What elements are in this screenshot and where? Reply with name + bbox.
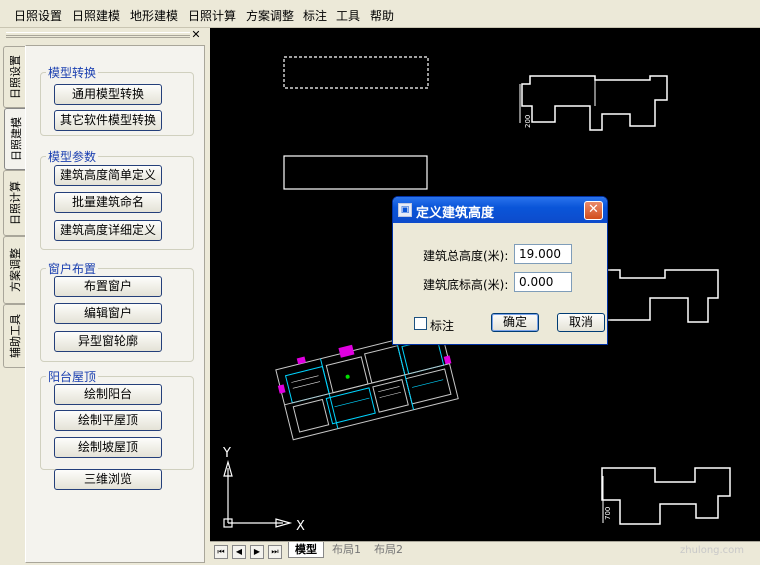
tab-label: 日照建模 xyxy=(9,117,23,161)
menu-terrain-modeling[interactable]: 地形建模 xyxy=(130,7,178,24)
building-outline-rect xyxy=(283,155,428,190)
total-height-input[interactable] xyxy=(514,244,572,264)
tab-label: 日照设置 xyxy=(8,55,22,99)
app-icon: ▣ xyxy=(398,203,412,217)
special-window-outline-button[interactable]: 异型窗轮廓 xyxy=(54,331,162,352)
group-label: 阳台屋顶 xyxy=(46,368,99,385)
watermark: zhulong.com xyxy=(680,545,745,556)
tool-panel: ✕ 日照设置 日照建模 日照计算 方案调整 辅助工具 模型转换 通用模型转换 其… xyxy=(0,28,208,565)
layout-tab-bar: ⏮ ◀ ▶ ⏭ 模型 布局1 布局2 xyxy=(210,541,760,565)
simple-building-height-button[interactable]: 建筑高度简单定义 xyxy=(54,165,162,186)
detailed-building-height-button[interactable]: 建筑高度详细定义 xyxy=(54,220,162,241)
menu-sunlight-settings[interactable]: 日照设置 xyxy=(14,7,62,24)
tab-label: 方案调整 xyxy=(8,248,22,292)
menu-annotation[interactable]: 标注 xyxy=(303,7,327,24)
general-model-conversion-button[interactable]: 通用模型转换 xyxy=(54,84,162,105)
first-layout-icon[interactable]: ⏮ xyxy=(214,545,228,559)
menu-help[interactable]: 帮助 xyxy=(370,7,394,24)
group-label: 模型转换 xyxy=(46,64,99,81)
close-icon[interactable]: ✕ xyxy=(584,201,603,220)
dashed-selection-rect xyxy=(283,56,429,89)
place-window-button[interactable]: 布置窗户 xyxy=(54,276,162,297)
group-label: 窗户布置 xyxy=(46,260,99,277)
total-height-label: 建筑总高度(米): xyxy=(423,249,509,263)
cancel-button[interactable]: 取消 xyxy=(557,313,605,332)
next-layout-icon[interactable]: ▶ xyxy=(250,545,264,559)
base-elevation-label: 建筑底标高(米): xyxy=(423,278,509,292)
menu-scheme-adjustment[interactable]: 方案调整 xyxy=(246,7,294,24)
dialog-title: 定义建筑高度 xyxy=(416,206,495,221)
tab-scheme-adjustment[interactable]: 方案调整 xyxy=(3,236,25,304)
tab-layout-1[interactable]: 布局1 xyxy=(326,542,367,558)
ucs-x-label: X xyxy=(296,519,305,534)
batch-building-naming-button[interactable]: 批量建筑命名 xyxy=(54,192,162,213)
previous-layout-icon[interactable]: ◀ xyxy=(232,545,246,559)
tab-label: 日照计算 xyxy=(8,181,22,225)
tab-content: 模型转换 通用模型转换 其它软件模型转换 模型参数 建筑高度简单定义 批量建筑命… xyxy=(25,45,205,563)
draw-flat-roof-button[interactable]: 绘制平屋顶 xyxy=(54,410,162,431)
dimension-label: 700 xyxy=(604,507,612,520)
tab-layout-2[interactable]: 布局2 xyxy=(368,542,409,558)
3d-view-button[interactable]: 三维浏览 xyxy=(54,469,162,490)
tab-model[interactable]: 模型 xyxy=(288,542,324,558)
last-layout-icon[interactable]: ⏭ xyxy=(268,545,282,559)
tab-sunlight-modeling[interactable]: 日照建模 xyxy=(4,108,26,170)
building-outline-bottom-right xyxy=(601,467,731,525)
draw-balcony-button[interactable]: 绘制阳台 xyxy=(54,384,162,405)
panel-grip-line xyxy=(6,35,190,36)
tab-sunlight-calculation[interactable]: 日照计算 xyxy=(3,170,25,236)
panel-close-icon[interactable]: ✕ xyxy=(190,29,202,41)
draw-sloped-roof-button[interactable]: 绘制坡屋顶 xyxy=(54,437,162,458)
menu-tools[interactable]: 工具 xyxy=(336,7,360,24)
base-elevation-input[interactable] xyxy=(514,272,572,292)
define-building-height-dialog: ▣ 定义建筑高度 ✕ 建筑总高度(米): 建筑底标高(米): 标注 确定 取消 xyxy=(392,196,608,345)
dimension-label: 200 xyxy=(524,115,532,128)
panel-header: ✕ xyxy=(6,29,202,41)
tab-sunlight-settings[interactable]: 日照设置 xyxy=(3,46,25,108)
tab-auxiliary-tools[interactable]: 辅助工具 xyxy=(3,304,25,368)
menu-sunlight-modeling[interactable]: 日照建模 xyxy=(72,7,120,24)
annotate-label: 标注 xyxy=(430,319,455,333)
menu-bar: 日照设置 日照建模 地形建模 日照计算 方案调整 标注 工具 帮助 xyxy=(0,0,760,28)
ucs-y-label: Y xyxy=(222,446,231,461)
other-software-model-conversion-button[interactable]: 其它软件模型转换 xyxy=(54,110,162,131)
building-outline-middle-right xyxy=(608,269,719,323)
dialog-title-bar[interactable]: ▣ 定义建筑高度 ✕ xyxy=(393,197,607,223)
menu-sunlight-calculation[interactable]: 日照计算 xyxy=(188,7,236,24)
tab-label: 辅助工具 xyxy=(8,314,22,358)
ok-button[interactable]: 确定 xyxy=(491,313,539,332)
annotate-checkbox[interactable] xyxy=(414,317,427,330)
group-label: 模型参数 xyxy=(46,148,99,165)
edit-window-button[interactable]: 编辑窗户 xyxy=(54,303,162,324)
